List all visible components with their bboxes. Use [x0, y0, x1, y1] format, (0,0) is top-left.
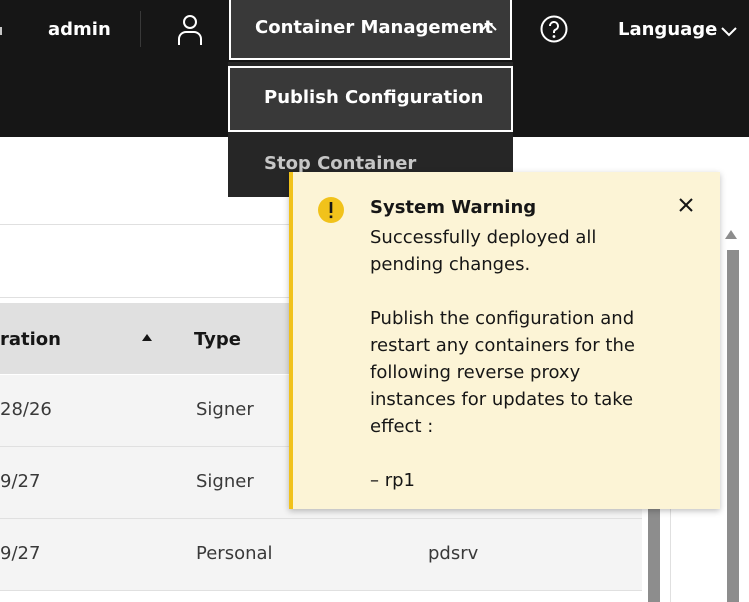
notification-body: Successfully deployed all pending change… [370, 224, 670, 494]
scrollbar-thumb[interactable] [727, 250, 739, 602]
user-icon[interactable] [176, 14, 204, 46]
notification-detail: Publish the configuration and restart an… [370, 308, 635, 437]
warning-notification: System Warning Successfully deployed all… [289, 172, 720, 509]
language-selector[interactable]: Language [618, 19, 717, 40]
cell-date: 9/27 [0, 543, 41, 564]
instance-list-item: – rp1 [370, 470, 415, 491]
cell-type: Signer [196, 471, 254, 492]
chevron-down-icon[interactable] [721, 25, 737, 37]
cell-date: 9/27 [0, 471, 41, 492]
menu-item-publish-configuration[interactable]: Publish Configuration [228, 66, 513, 132]
scroll-up-arrow-icon[interactable] [724, 229, 738, 241]
notification-title: System Warning [370, 197, 537, 218]
help-icon[interactable] [540, 15, 568, 43]
cell-server: pdsrv [428, 543, 479, 564]
container-management-menu-button[interactable]: Container Management [229, 0, 512, 60]
top-header: admin Container Management Language [0, 0, 749, 62]
cell-type: Signer [196, 399, 254, 420]
cell-date: 28/26 [0, 399, 52, 420]
username-label[interactable]: admin [48, 19, 111, 40]
sort-ascending-icon[interactable] [141, 333, 153, 343]
column-header-configuration[interactable]: ration [0, 329, 61, 350]
header-fragment [0, 27, 2, 35]
cell-type: Personal [196, 543, 273, 564]
header-divider [140, 11, 141, 47]
section-divider [0, 297, 290, 298]
menu-item-label: Stop Container [264, 153, 417, 174]
container-management-label: Container Management [255, 17, 493, 38]
close-icon[interactable] [678, 197, 694, 213]
section-divider [0, 224, 290, 225]
warning-icon [318, 197, 344, 223]
table-scrollbar-thumb[interactable] [648, 505, 660, 602]
column-header-type[interactable]: Type [194, 329, 241, 350]
notification-message: Successfully deployed all pending change… [370, 227, 597, 275]
chevron-up-icon [481, 21, 497, 31]
menu-item-label: Publish Configuration [264, 87, 484, 108]
table-row[interactable]: 9/27 Personal pdsrv [0, 519, 642, 591]
